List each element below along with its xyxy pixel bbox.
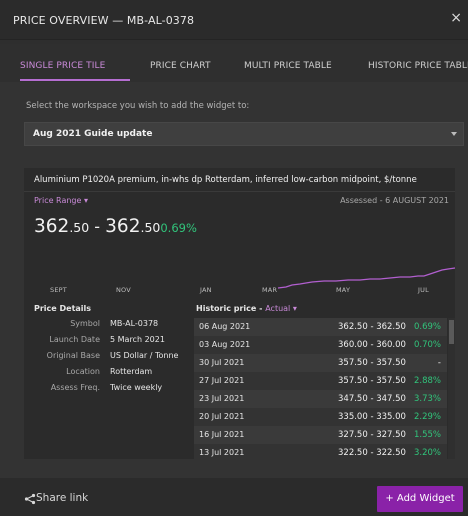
assessed-date: Assessed - 6 AUGUST 2021	[340, 196, 449, 205]
row-range: 357.50 - 357.50	[338, 376, 406, 386]
price-change: 0.69%	[160, 221, 197, 235]
axis-label-may: MAY	[336, 286, 351, 294]
detail-value: MB-AL-0378	[110, 319, 159, 328]
dialog-title: PRICE OVERVIEW — MB-AL-0378	[13, 14, 195, 27]
tab-single-price-tile[interactable]: SINGLE PRICE TILE	[20, 61, 105, 71]
table-row: 27 Jul 2021 357.50 - 357.50 2.88%	[194, 372, 447, 390]
detail-row-assess-freq: Assess Freq. Twice weekly	[24, 383, 194, 397]
row-change: 3.73%	[413, 394, 441, 404]
detail-value: 5 March 2021	[110, 335, 165, 344]
table-row: 16 Jul 2021 327.50 - 327.50 1.55%	[194, 426, 447, 444]
tab-multi-price-table[interactable]: MULTI PRICE TABLE	[244, 61, 332, 71]
historic-price-title: Historic price -	[196, 304, 266, 313]
row-change: 3.20%	[413, 448, 441, 458]
row-range: 335.00 - 335.00	[338, 412, 406, 422]
row-change: 0.70%	[413, 340, 441, 350]
row-change: 0.69%	[413, 322, 441, 332]
workspace-select-value: Aug 2021 Guide update	[33, 129, 153, 139]
price-overview-dialog: PRICE OVERVIEW — MB-AL-0378 × SINGLE PRI…	[0, 0, 468, 516]
row-date: 23 Jul 2021	[199, 394, 245, 403]
single-price-tile-preview: Aluminium P1020A premium, in-whs dp Rott…	[24, 168, 455, 459]
price-separator: -	[89, 217, 106, 236]
table-row: 23 Jul 2021 347.50 - 347.50 3.73%	[194, 390, 447, 408]
row-range: 357.50 - 357.50	[338, 358, 406, 368]
row-range: 327.50 - 327.50	[338, 430, 406, 440]
close-icon[interactable]: ×	[450, 11, 462, 25]
table-scrollbar[interactable]	[448, 318, 455, 459]
price-details-header: Price Details	[34, 304, 92, 313]
workspace-select[interactable]: Aug 2021 Guide update	[24, 122, 464, 146]
table-row: 03 Aug 2021 360.00 - 360.00 0.70%	[194, 336, 447, 354]
price-high-decimal: .50	[140, 220, 161, 235]
detail-row-symbol: Symbol MB-AL-0378	[24, 319, 194, 333]
detail-key: Launch Date	[49, 335, 100, 344]
axis-label-nov: NOV	[116, 286, 131, 294]
scrollbar-thumb[interactable]	[449, 320, 454, 344]
row-range: 362.50 - 362.50	[338, 322, 406, 332]
price-low-decimal: .50	[69, 220, 90, 235]
row-date: 03 Aug 2021	[199, 340, 251, 349]
share-link-button[interactable]: Share link	[36, 492, 88, 504]
detail-value: Rotterdam	[110, 367, 153, 376]
row-range: 322.50 - 322.50	[338, 448, 406, 458]
caret-down-icon	[451, 132, 457, 136]
historic-price-header: Historic price - Actual ▾	[196, 304, 297, 313]
dialog-titlebar: PRICE OVERVIEW — MB-AL-0378 ×	[0, 0, 468, 40]
detail-key: Symbol	[70, 319, 100, 328]
row-change: 2.88%	[413, 376, 441, 386]
product-name: Aluminium P1020A premium, in-whs dp Rott…	[34, 175, 417, 185]
detail-key: Original Base	[46, 351, 100, 360]
row-date: 30 Jul 2021	[199, 358, 245, 367]
row-date: 06 Aug 2021	[199, 322, 251, 331]
add-widget-label: + Add Widget	[385, 493, 455, 504]
row-date: 16 Jul 2021	[199, 430, 245, 439]
row-change: 1.55%	[413, 430, 441, 440]
axis-label-mar: MAR	[262, 286, 278, 294]
detail-row-original-base: Original Base US Dollar / Tonne	[24, 351, 194, 365]
detail-row-launch-date: Launch Date 5 March 2021	[24, 335, 194, 349]
add-widget-button[interactable]: + Add Widget	[377, 486, 463, 512]
row-change: -	[437, 358, 441, 368]
price-sparkline	[277, 267, 455, 289]
active-tab-indicator	[20, 79, 130, 81]
price-range-dropdown[interactable]: Price Range ▾	[34, 196, 88, 205]
workspace-select-label: Select the workspace you wish to add the…	[26, 101, 250, 111]
row-range: 347.50 - 347.50	[338, 394, 406, 404]
price-high-main: 362	[105, 216, 141, 237]
table-row: 06 Aug 2021 362.50 - 362.50 0.69%	[194, 318, 447, 336]
current-price: 362.50 - 362.500.69%	[34, 216, 197, 237]
detail-value: US Dollar / Tonne	[110, 351, 179, 360]
detail-value: Twice weekly	[110, 383, 163, 392]
divider	[24, 191, 455, 192]
historic-mode-dropdown[interactable]: Actual ▾	[265, 304, 297, 313]
row-change: 2.29%	[413, 412, 441, 422]
dialog-footer: Share link + Add Widget	[0, 478, 468, 516]
detail-key: Location	[66, 367, 100, 376]
historic-price-table: Historic price - Actual ▾ 06 Aug 2021 36…	[194, 300, 455, 459]
detail-key: Assess Freq.	[50, 383, 100, 392]
tab-bar: SINGLE PRICE TILE PRICE CHART MULTI PRIC…	[0, 44, 468, 82]
row-date: 27 Jul 2021	[199, 376, 245, 385]
axis-label-jul: JUL	[418, 286, 429, 294]
detail-row-location: Location Rotterdam	[24, 367, 194, 381]
row-date: 20 Jul 2021	[199, 412, 245, 421]
row-range: 360.00 - 360.00	[338, 340, 406, 350]
share-icon	[24, 493, 36, 505]
price-sparkline-chart	[277, 267, 455, 289]
tab-price-chart[interactable]: PRICE CHART	[150, 61, 211, 71]
axis-label-sept: SEPT	[50, 286, 67, 294]
row-date: 13 Jul 2021	[199, 448, 245, 457]
tab-historic-price-table[interactable]: HISTORIC PRICE TABLE	[368, 61, 468, 71]
table-row: 13 Jul 2021 322.50 - 322.50 3.20%	[194, 444, 447, 459]
table-row: 30 Jul 2021 357.50 - 357.50 -	[194, 354, 447, 372]
price-low-main: 362	[34, 216, 70, 237]
table-row: 20 Jul 2021 335.00 - 335.00 2.29%	[194, 408, 447, 426]
axis-label-jan: JAN	[200, 286, 212, 294]
